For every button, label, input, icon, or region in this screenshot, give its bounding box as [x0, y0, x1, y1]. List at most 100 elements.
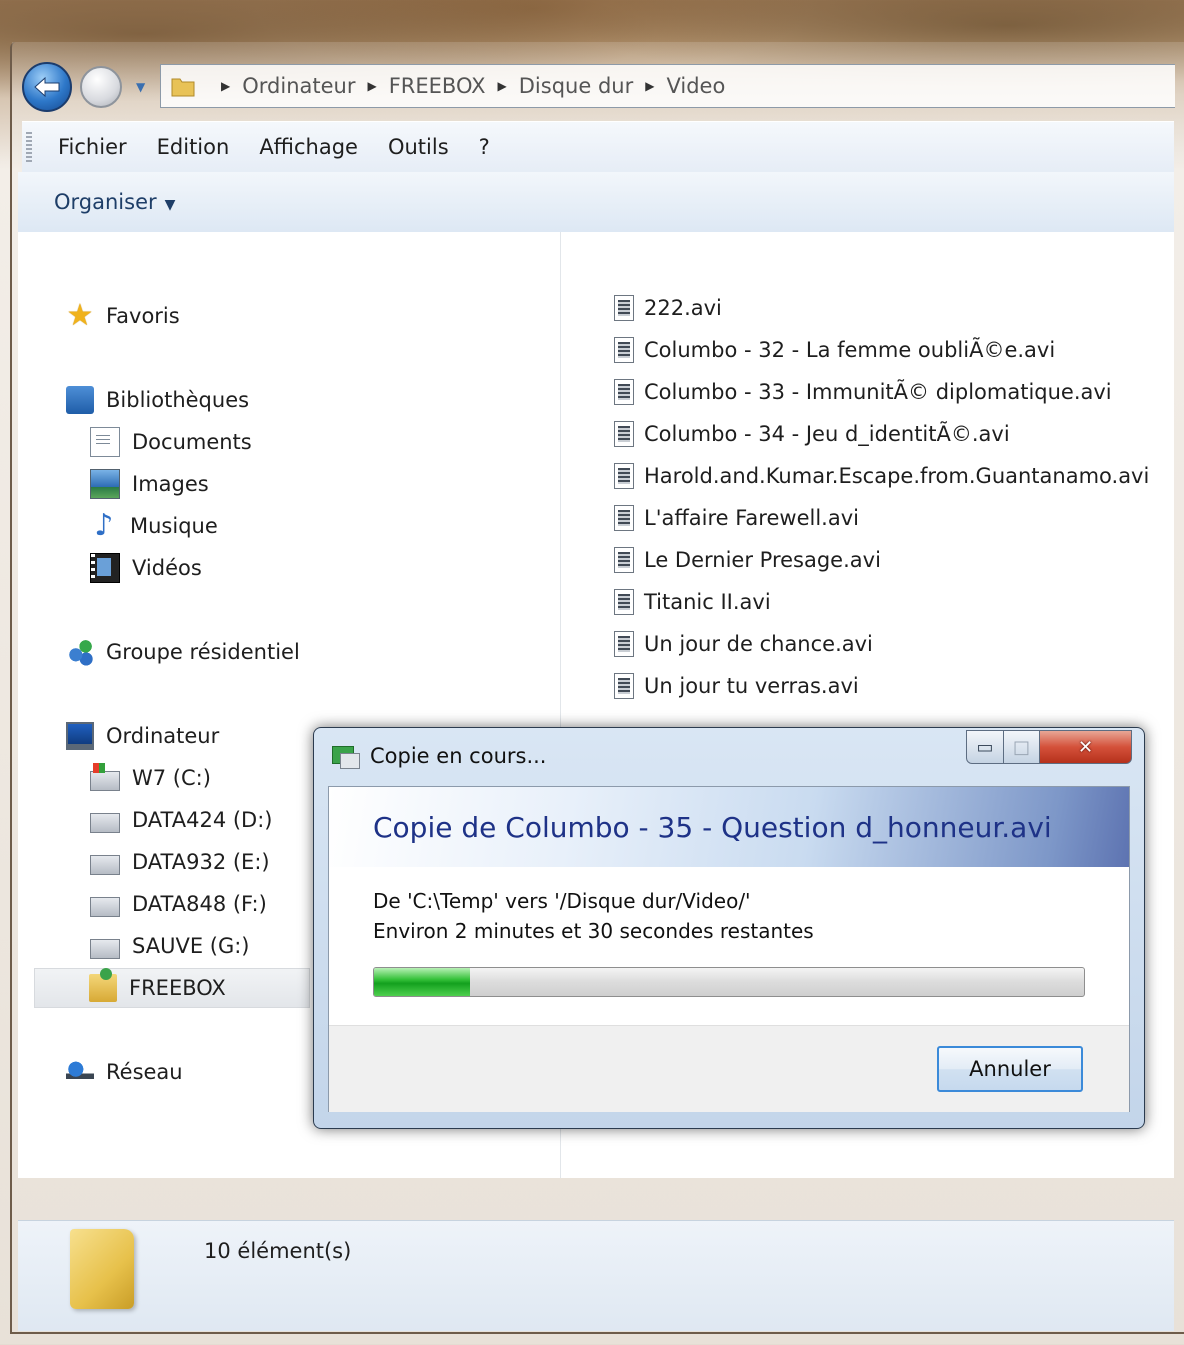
file-item[interactable]: Columbo - 33 - ImmunitÃ© diplomatique.av… — [614, 374, 1112, 410]
minimize-icon: ▭ — [976, 736, 994, 758]
computer-icon — [66, 722, 94, 750]
folder-icon — [70, 1229, 134, 1309]
copy-source-destination: De 'C:\Temp' vers '/Disque dur/Video/' — [373, 889, 751, 913]
file-item[interactable]: Titanic II.avi — [614, 584, 771, 620]
nav-drive-c[interactable]: W7 (C:) — [90, 760, 211, 796]
hard-drive-icon — [90, 939, 120, 959]
network-icon — [66, 1058, 94, 1086]
forward-button[interactable] — [80, 66, 122, 108]
menubar-grip — [26, 132, 32, 162]
nav-homegroup[interactable]: Groupe résidentiel — [66, 634, 300, 670]
nav-drive-f[interactable]: DATA848 (F:) — [90, 886, 267, 922]
file-item[interactable]: Un jour de chance.avi — [614, 626, 873, 662]
film-icon — [90, 553, 120, 583]
file-name: Harold.and.Kumar.Escape.from.Guantanamo.… — [644, 464, 1150, 488]
video-file-icon — [614, 673, 634, 699]
back-button[interactable] — [22, 62, 72, 112]
arrow-left-icon — [34, 76, 60, 98]
history-dropdown-icon[interactable]: ▼ — [136, 80, 145, 94]
menu-fichier[interactable]: Fichier — [58, 135, 127, 159]
file-item[interactable]: Columbo - 32 - La femme oubliÃ©e.avi — [614, 332, 1055, 368]
maximize-button[interactable]: □ — [1004, 730, 1040, 764]
breadcrumb-disque-dur[interactable]: Disque dur — [519, 74, 633, 98]
copy-progress-bar — [373, 967, 1085, 997]
nav-images[interactable]: Images — [90, 466, 209, 502]
nav-drive-label: DATA932 (E:) — [132, 850, 270, 874]
breadcrumb-freebox[interactable]: FREEBOX — [389, 74, 486, 98]
address-bar[interactable]: ▶ Ordinateur ▶ FREEBOX ▶ Disque dur ▶ Vi… — [160, 64, 1175, 108]
close-icon: ✕ — [1077, 736, 1094, 758]
minimize-button[interactable]: ▭ — [966, 730, 1004, 764]
copy-progress-dialog: Copie en cours... ▭ □ ✕ Copie de Columbo… — [313, 727, 1145, 1129]
document-icon — [90, 427, 120, 457]
chevron-right-icon[interactable]: ▶ — [367, 79, 376, 93]
chevron-down-icon: ▼ — [164, 197, 176, 213]
nav-network-label: Réseau — [106, 1060, 183, 1084]
file-name: Columbo - 32 - La femme oubliÃ©e.avi — [644, 338, 1056, 362]
menu-help[interactable]: ? — [479, 135, 490, 159]
command-bar: Organiser ▼ — [18, 172, 1174, 233]
file-item[interactable]: 222.avi — [614, 290, 722, 326]
dialog-body: Copie de Columbo - 35 - Question d_honne… — [328, 786, 1130, 1112]
menu-outils[interactable]: Outils — [388, 135, 449, 159]
nav-computer[interactable]: Ordinateur — [66, 718, 219, 754]
details-pane: 10 élément(s) — [18, 1220, 1174, 1331]
nav-documents[interactable]: Documents — [90, 424, 252, 460]
copy-heading: Copie de Columbo - 35 - Question d_honne… — [373, 811, 1052, 844]
nav-drive-e[interactable]: DATA932 (E:) — [90, 844, 270, 880]
nav-drive-g[interactable]: SAUVE (G:) — [90, 928, 250, 964]
nav-libraries[interactable]: Bibliothèques — [66, 382, 249, 418]
video-file-icon — [614, 337, 634, 363]
video-file-icon — [614, 295, 634, 321]
menu-edition[interactable]: Edition — [157, 135, 230, 159]
file-name: Un jour tu verras.avi — [644, 674, 859, 698]
organise-button[interactable]: Organiser ▼ — [54, 190, 175, 214]
nav-homegroup-label: Groupe résidentiel — [106, 640, 300, 664]
file-item[interactable]: Columbo - 34 - Jeu d_identitÃ©.avi — [614, 416, 1010, 452]
hard-drive-icon — [90, 813, 120, 833]
library-icon — [66, 386, 94, 414]
item-count: 10 élément(s) — [204, 1239, 352, 1263]
breadcrumb-video[interactable]: Video — [666, 74, 725, 98]
nav-images-label: Images — [132, 472, 209, 496]
file-item[interactable]: Harold.and.Kumar.Escape.from.Guantanamo.… — [614, 458, 1149, 494]
file-name: Columbo - 34 - Jeu d_identitÃ©.avi — [644, 422, 1010, 446]
video-file-icon — [614, 505, 634, 531]
cancel-button[interactable]: Annuler — [937, 1046, 1083, 1092]
star-icon: ★ — [66, 298, 94, 333]
nav-favorites[interactable]: ★ Favoris — [66, 298, 180, 334]
file-name: L'affaire Farewell.avi — [644, 506, 859, 530]
picture-icon — [90, 469, 120, 499]
nav-libraries-label: Bibliothèques — [106, 388, 250, 412]
maximize-icon: □ — [1012, 736, 1030, 758]
video-file-icon — [614, 547, 634, 573]
chevron-right-icon[interactable]: ▶ — [498, 79, 507, 93]
nav-drive-d[interactable]: DATA424 (D:) — [90, 802, 273, 838]
menu-affichage[interactable]: Affichage — [259, 135, 358, 159]
hard-drive-icon — [90, 897, 120, 917]
caption-buttons: ▭ □ ✕ — [966, 730, 1132, 764]
breadcrumb-ordinateur[interactable]: Ordinateur — [242, 74, 355, 98]
file-name: Columbo - 33 - ImmunitÃ© diplomatique.av… — [644, 380, 1112, 404]
video-file-icon — [614, 631, 634, 657]
nav-freebox-label: FREEBOX — [129, 976, 226, 1000]
file-item[interactable]: Le Dernier Presage.avi — [614, 542, 881, 578]
nav-music[interactable]: ♪ Musique — [90, 508, 217, 544]
nav-documents-label: Documents — [132, 430, 252, 454]
nav-network[interactable]: Réseau — [66, 1054, 183, 1090]
nav-drive-label: DATA848 (F:) — [132, 892, 267, 916]
music-note-icon: ♪ — [94, 508, 114, 543]
file-item[interactable]: Un jour tu verras.avi — [614, 668, 859, 704]
close-button[interactable]: ✕ — [1040, 730, 1132, 764]
folder-icon — [171, 78, 195, 97]
file-item[interactable]: L'affaire Farewell.avi — [614, 500, 859, 536]
chevron-right-icon[interactable]: ▶ — [221, 79, 230, 93]
video-file-icon — [614, 463, 634, 489]
chevron-right-icon[interactable]: ▶ — [645, 79, 654, 93]
nav-videos[interactable]: Vidéos — [90, 550, 202, 586]
file-name: Le Dernier Presage.avi — [644, 548, 881, 572]
dialog-banner: Copie de Columbo - 35 - Question d_honne… — [329, 787, 1129, 867]
file-name: Titanic II.avi — [644, 590, 771, 614]
nav-freebox[interactable]: FREEBOX — [34, 968, 310, 1008]
time-remaining: Environ 2 minutes et 30 secondes restant… — [373, 919, 814, 943]
